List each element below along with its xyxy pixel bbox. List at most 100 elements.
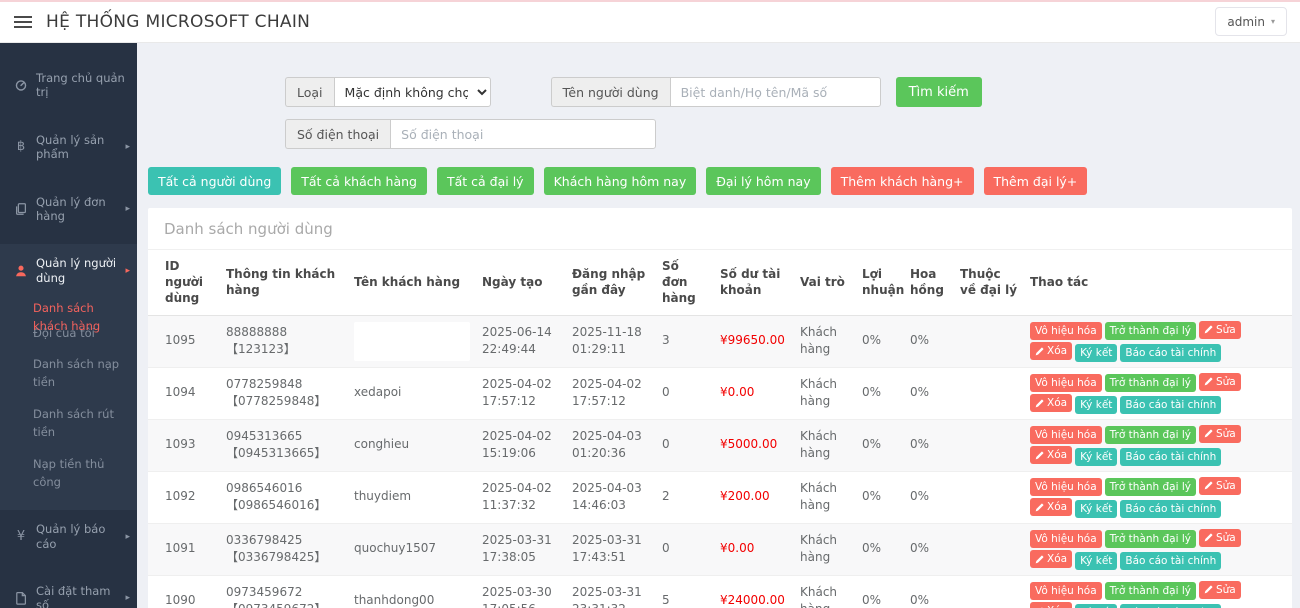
sign-contract-button[interactable]: Ký kết [1075, 500, 1117, 518]
become-agent-button[interactable]: Trở thành đại lý [1105, 374, 1196, 392]
finance-report-button[interactable]: Báo cáo tài chính [1120, 396, 1221, 414]
quick-button-3[interactable]: Khách hàng hôm nay [544, 167, 697, 195]
delete-button[interactable]: Xóa [1030, 498, 1072, 516]
disable-user-button[interactable]: Vô hiệu hóa [1030, 582, 1102, 600]
sidebar-item-1[interactable]: ฿Quản lý sản phẩm▸ [0, 121, 137, 174]
order-count-cell: 0 [656, 523, 714, 575]
created-date-cell: 2025-04-02 17:57:12 [476, 367, 566, 419]
order-count-cell: 5 [656, 575, 714, 608]
actions-cell: Vô hiệu hóaTrở thành đại lýSửa XóaKý kếtB… [1024, 575, 1292, 608]
quick-button-1[interactable]: Tất cả khách hàng [291, 167, 427, 195]
disable-user-button[interactable]: Vô hiệu hóa [1030, 530, 1102, 548]
finance-report-button[interactable]: Báo cáo tài chính [1120, 500, 1221, 518]
column-header: Thao tác [1024, 250, 1292, 315]
disable-user-button[interactable]: Vô hiệu hóa [1030, 478, 1102, 496]
finance-report-button[interactable]: Báo cáo tài chính [1120, 448, 1221, 466]
delete-button[interactable]: Xóa [1030, 394, 1072, 412]
agent-cell [954, 471, 1024, 523]
customer-info-cell: 0973459672 【0973459672】 [220, 575, 348, 608]
sidebar-item-4[interactable]: ¥Quản lý báo cáo▸ [0, 510, 137, 563]
sign-contract-button[interactable]: Ký kết [1075, 344, 1117, 362]
column-header: Ngày tạo [476, 250, 566, 315]
username-filter-input[interactable] [670, 77, 881, 107]
submenu-item-3[interactable]: Danh sách rút tiền [0, 399, 137, 449]
customer-info-cell: 0986546016 【0986546016】 [220, 471, 348, 523]
quick-button-0[interactable]: Tất cả người dùng [148, 167, 281, 195]
balance-cell: ¥0.00 [714, 367, 794, 419]
last-login-cell: 2025-11-18 01:29:11 [566, 315, 656, 367]
customer-name-cell [348, 315, 476, 367]
agent-cell [954, 315, 1024, 367]
sidebar-item-2[interactable]: Quản lý đơn hàng▸ [0, 183, 137, 236]
delete-button[interactable]: Xóa [1030, 342, 1072, 360]
balance-cell: ¥99650.00 [714, 315, 794, 367]
customer-info-cell: 0778259848 【0778259848】 [220, 367, 348, 419]
finance-report-button[interactable]: Báo cáo tài chính [1120, 344, 1221, 362]
created-date-cell: 2025-04-02 15:19:06 [476, 419, 566, 471]
edit-button[interactable]: Sửa [1199, 477, 1241, 495]
delete-button[interactable]: Xóa [1030, 602, 1072, 608]
edit-button[interactable]: Sửa [1199, 529, 1241, 547]
order-count-cell: 2 [656, 471, 714, 523]
sign-contract-button[interactable]: Ký kết [1075, 396, 1117, 414]
username-filter-label: Tên người dùng [551, 77, 670, 107]
admin-user-label: admin [1227, 15, 1265, 29]
sign-contract-button[interactable]: Ký kết [1075, 552, 1117, 570]
delete-button[interactable]: Xóa [1030, 446, 1072, 464]
hamburger-menu-icon[interactable] [14, 13, 32, 31]
created-date-cell: 2025-03-31 17:38:05 [476, 523, 566, 575]
created-date-cell: 2025-06-14 22:49:44 [476, 315, 566, 367]
table-row: 109588888888 【123123】2025-06-14 22:49:44… [148, 315, 1292, 367]
balance-cell: ¥5000.00 [714, 419, 794, 471]
phone-filter-label: Số điện thoại [285, 119, 390, 149]
finance-report-button[interactable]: Báo cáo tài chính [1120, 552, 1221, 570]
become-agent-button[interactable]: Trở thành đại lý [1105, 530, 1196, 548]
search-button[interactable]: Tìm kiếm [896, 77, 982, 107]
become-agent-button[interactable]: Trở thành đại lý [1105, 322, 1196, 340]
quick-button-4[interactable]: Đại lý hôm nay [706, 167, 820, 195]
column-header: Đăng nhập gần đây [566, 250, 656, 315]
sidebar-item-3[interactable]: Quản lý người dùng▸ [0, 244, 137, 293]
customer-name-input[interactable] [354, 322, 470, 361]
quick-button-6[interactable]: Thêm đại lý+ [984, 167, 1088, 195]
sign-contract-button[interactable]: Ký kết [1075, 448, 1117, 466]
role-cell: Khách hàng [794, 367, 856, 419]
last-login-cell: 2025-04-03 14:46:03 [566, 471, 656, 523]
quick-button-2[interactable]: Tất cả đại lý [437, 167, 534, 195]
edit-button[interactable]: Sửa [1199, 425, 1241, 443]
gauge-icon [13, 78, 29, 92]
customer-name-cell: xedapoi [348, 367, 476, 419]
disable-user-button[interactable]: Vô hiệu hóa [1030, 322, 1102, 340]
submenu-item-4[interactable]: Nạp tiền thủ công [0, 449, 137, 499]
become-agent-button[interactable]: Trở thành đại lý [1105, 582, 1196, 600]
disable-user-button[interactable]: Vô hiệu hóa [1030, 374, 1102, 392]
type-filter-select[interactable]: Mặc định không chọn [334, 77, 491, 107]
edit-button[interactable]: Sửa [1199, 321, 1241, 339]
actions-cell: Vô hiệu hóaTrở thành đại lýSửa XóaKý kếtB… [1024, 367, 1292, 419]
disable-user-button[interactable]: Vô hiệu hóa [1030, 426, 1102, 444]
column-header: Thông tin khách hàng [220, 250, 348, 315]
profit-cell: 0% [856, 315, 904, 367]
last-login-cell: 2025-03-31 17:43:51 [566, 523, 656, 575]
submenu-item-2[interactable]: Danh sách nạp tiền [0, 349, 137, 399]
become-agent-button[interactable]: Trở thành đại lý [1105, 426, 1196, 444]
table-row: 10910336798425 【0336798425】quochuy150720… [148, 523, 1292, 575]
admin-user-menu[interactable]: admin ▾ [1215, 7, 1287, 36]
quick-button-5[interactable]: Thêm khách hàng+ [831, 167, 974, 195]
sidebar-item-5[interactable]: Cài đặt tham số▸ [0, 572, 137, 608]
finance-report-button[interactable]: Báo cáo tài chính [1120, 604, 1221, 608]
user-id-cell: 1095 [148, 315, 220, 367]
sidebar-item-label: Quản lý sản phẩm [36, 133, 121, 162]
sign-contract-button[interactable]: Ký kết [1075, 604, 1117, 608]
phone-filter-input[interactable] [390, 119, 656, 149]
delete-button[interactable]: Xóa [1030, 550, 1072, 568]
commission-cell: 0% [904, 471, 954, 523]
submenu-item-0[interactable]: Danh sách khách hàng [0, 293, 125, 343]
sidebar-item-0[interactable]: Trang chủ quản trị [0, 59, 137, 112]
edit-button[interactable]: Sửa [1199, 581, 1241, 599]
main-content: Loại Mặc định không chọn Tên người dùng … [137, 43, 1300, 608]
become-agent-button[interactable]: Trở thành đại lý [1105, 478, 1196, 496]
edit-button[interactable]: Sửa [1199, 373, 1241, 391]
quick-filter-buttons: Tất cả người dùng Tất cả khách hàng Tất cả… [148, 167, 1300, 195]
column-header: Số dư tài khoản [714, 250, 794, 315]
